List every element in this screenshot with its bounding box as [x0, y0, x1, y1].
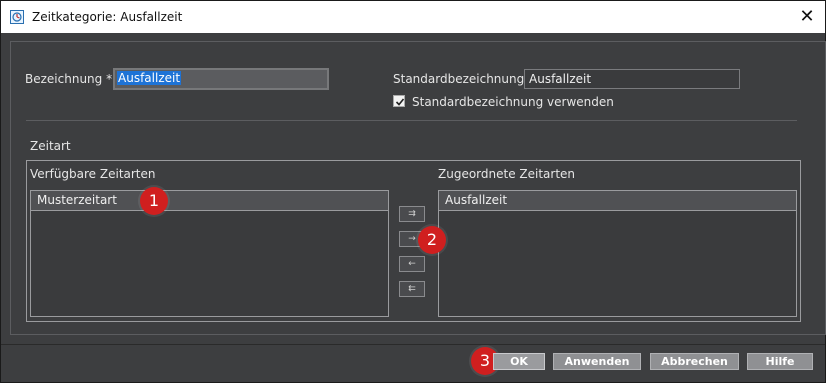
divider: [26, 120, 797, 121]
dialog-window: Zeitkategorie: Ausfallzeit ✕ Bezeichnung…: [0, 0, 826, 383]
available-list-title: Verfügbare Zeitarten: [30, 167, 156, 181]
move-all-right-icon: ⇉: [408, 209, 416, 219]
assigned-list[interactable]: Ausfallzeit: [438, 190, 797, 317]
standardbezeichnung-field[interactable]: Ausfallzeit: [524, 69, 740, 89]
bezeichnung-label: Bezeichnung *: [25, 72, 113, 86]
footer-divider: [1, 344, 825, 345]
move-left-button[interactable]: ←: [399, 256, 425, 272]
checkmark-icon: [395, 98, 405, 106]
cancel-button[interactable]: Abbrechen: [650, 353, 739, 370]
use-standard-checkbox[interactable]: [393, 95, 405, 107]
bezeichnung-field[interactable]: Ausfallzeit: [113, 68, 329, 90]
close-icon[interactable]: ✕: [797, 7, 817, 27]
move-all-left-icon: ⇇: [408, 284, 416, 294]
window-title: Zeitkategorie: Ausfallzeit: [32, 10, 183, 24]
move-all-right-button[interactable]: ⇉: [399, 206, 425, 222]
move-left-icon: ←: [408, 259, 416, 269]
assigned-list-title: Zugeordnete Zeitarten: [438, 167, 576, 181]
standardbezeichnung-value: Ausfallzeit: [529, 72, 592, 86]
time-category-icon: [10, 10, 24, 24]
bezeichnung-value: Ausfallzeit: [117, 71, 182, 85]
help-button[interactable]: Hilfe: [747, 353, 813, 370]
annotation-badge-1: 1: [140, 187, 168, 215]
available-list[interactable]: Musterzeitart: [30, 190, 389, 317]
move-all-left-button[interactable]: ⇇: [399, 281, 425, 297]
apply-button[interactable]: Anwenden: [553, 353, 641, 370]
zeitart-section-label: Zeitart: [30, 139, 71, 153]
ok-button[interactable]: OK: [493, 353, 545, 370]
standardbezeichnung-label: Standardbezeichnung: [393, 72, 525, 86]
use-standard-label: Standardbezeichnung verwenden: [412, 95, 614, 109]
title-bar[interactable]: Zeitkategorie: Ausfallzeit ✕: [1, 1, 825, 33]
list-item[interactable]: Musterzeitart: [31, 191, 388, 211]
annotation-badge-2: 2: [418, 226, 446, 254]
list-item[interactable]: Ausfallzeit: [439, 191, 796, 211]
